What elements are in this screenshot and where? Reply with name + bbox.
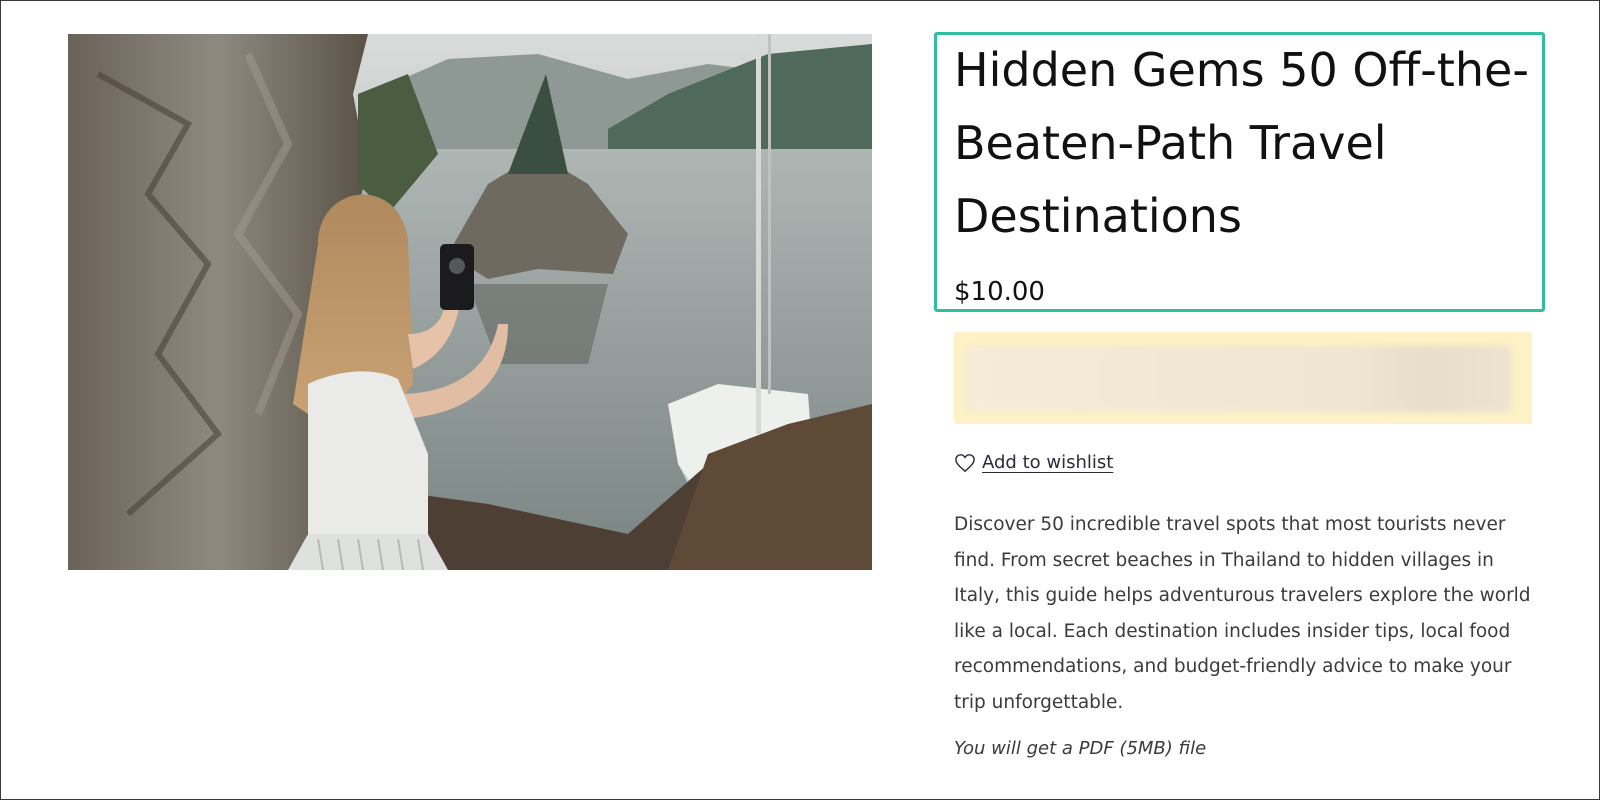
heart-outline-icon [954,453,976,473]
product-description: Discover 50 incredible travel spots that… [954,514,1531,713]
blurred-content [966,346,1511,412]
redacted-notice-banner [954,332,1532,424]
product-image [68,34,872,570]
add-to-wishlist-link[interactable]: Add to wishlist [954,452,1113,473]
wishlist-label[interactable]: Add to wishlist [982,452,1113,473]
product-title: Hidden Gems 50 Off-the-Beaten-Path Trave… [954,43,1529,243]
file-info-note: You will get a PDF (5MB) file [954,738,1207,759]
product-price: $10.00 [954,277,1045,307]
